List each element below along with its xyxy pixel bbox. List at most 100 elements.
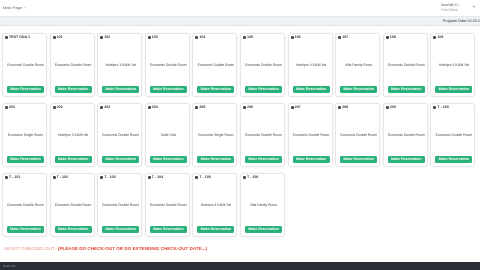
room-card[interactable]: 207 Economic Double Room Make Reservation [287,103,333,167]
room-card[interactable]: 108 Economic Double Room Make Reservation [382,33,428,97]
page-title[interactable]: Main Page › [3,5,25,10]
room-card[interactable]: 203 Economic Double Room Make Reservation [97,103,143,167]
make-reservation-button[interactable]: Make Reservation [387,86,425,93]
room-number: 106 [290,35,301,39]
make-reservation-button[interactable]: Make Reservation [197,86,235,93]
make-reservation-button[interactable]: Make Reservation [292,86,330,93]
room-type: Economic Single Room [198,133,234,137]
room-type: Suite Oda [160,133,176,137]
room-card[interactable]: T - 101 Economic Double Room Make Reservat… [2,173,47,237]
room-status-icon [5,175,8,179]
room-number-text: 205 [199,105,206,109]
room-card[interactable]: T - 102 Economic Double Room Make Reservat… [49,173,95,237]
room-card[interactable]: T - 105 Hotelpro 4 Ki&Iti Yat Make Reserva… [192,173,238,237]
room-number: 207 [290,105,301,109]
make-reservation-button[interactable]: Make Reservation [102,86,140,93]
room-card[interactable]: 101 Economic Double Room Make Reservation [49,33,95,97]
room-status-icon [385,105,389,109]
room-number: 209 [385,105,396,109]
room-status-icon [147,105,151,109]
room-card[interactable]: 102 Hotelpro 3 Ki&Iti Yat Make Reservation [97,33,143,97]
room-status-icon [433,105,437,109]
make-reservation-button[interactable]: Make Reservation [245,226,282,233]
room-card[interactable]: 105 Economic Double Room Make Reservation [240,33,285,97]
room-status-icon [147,35,151,39]
room-status-icon [52,175,56,179]
room-type: Economic Double Room [102,203,139,207]
make-reservation-button[interactable]: Make Reservation [197,226,235,233]
make-reservation-button[interactable]: Make Reservation [197,156,235,163]
room-number-text: 204 [151,105,158,109]
room-type: Economic Double Room [102,133,139,137]
room-type: Hotelpro 4 Ki&Iti Yat [200,203,231,207]
room-number: T - 104 [147,175,163,179]
make-reservation-button[interactable]: Make Reservation [245,86,282,93]
room-number: 101 [52,35,63,39]
make-reservation-button[interactable]: Make Reservation [54,86,92,93]
room-card[interactable]: T - 100 Economic Double Room Make Reservat… [430,103,476,167]
room-card[interactable]: T - 104 Economic Double Room Make Reservat… [144,173,190,237]
make-reservation-button[interactable]: Make Reservation [7,156,44,163]
make-reservation-button[interactable]: Make Reservation [54,156,92,163]
room-status-icon [100,35,104,39]
not-checked-out-count: 18 NOT CHECKED OUT.. [4,246,57,251]
user-role: Front Desk [441,8,458,12]
room-card[interactable]: 201 Economic Single Room Make Reservation [2,103,47,167]
make-reservation-button[interactable]: Make Reservation [435,86,473,93]
room-type: Economic Double Room [292,133,330,137]
room-status-icon [5,105,8,109]
room-card[interactable]: 204 Suite Oda Make Reservation [144,103,190,167]
make-reservation-button[interactable]: Make Reservation [149,86,187,93]
room-card[interactable]: 202 Hotelpro 3 Ki&Iti Yat Make Reservation [49,103,95,167]
make-reservation-button[interactable]: Make Reservation [102,226,140,233]
make-reservation-button[interactable]: Make Reservation [435,156,473,163]
room-card[interactable]: 107 Villa Family Room Make Reservation [335,33,381,97]
room-type: Economic Double Room [245,133,282,137]
make-reservation-button[interactable]: Make Reservation [340,86,378,93]
room-type: Economic Double Room [435,133,473,137]
room-number: T - 103 [100,175,116,179]
room-number: 203 [100,105,110,109]
room-card[interactable]: 208 Economic Double Room Make Reservation [335,103,381,167]
room-card[interactable]: 209 Economic Double Room Make Reservation [382,103,428,167]
room-card[interactable]: 106 Hotelpro 4 Ki&Iti Yat Make Reservation [287,33,333,97]
room-type: Economic Single Room [7,133,44,137]
make-reservation-button[interactable]: Make Reservation [149,156,187,163]
make-reservation-button[interactable]: Make Reservation [387,156,425,163]
room-number-text: T - 100 [437,105,449,109]
room-status-icon [195,35,199,39]
make-reservation-button[interactable]: Make Reservation [340,156,378,163]
make-reservation-button[interactable]: Make Reservation [102,156,140,163]
room-card[interactable]: 205 Economic Single Room Make Reservation [192,103,238,167]
room-card[interactable]: 109 Hotelpro 3 Ki&Iti Yat Make Reservation [430,33,476,97]
room-card[interactable]: TEST ODA 1 Economic Double Room Make Reser… [2,33,47,97]
room-type: Villa Family Room [345,63,373,67]
make-reservation-button[interactable]: Make Reservation [54,226,92,233]
room-number-text: 201 [9,105,15,109]
room-number-text: 109 [437,35,444,39]
room-number-text: 102 [104,35,111,39]
room-type: Economic Double Room [388,133,425,137]
room-type: Hotelpro 3 Ki&Iti Yat [105,63,136,67]
room-number-text: 107 [342,35,349,39]
room-type: Hotelpro 4 Ki&Iti Yat [295,63,327,67]
room-card[interactable]: 206 Economic Double Room Make Reservation [240,103,285,167]
room-card[interactable]: T - 103 Economic Double Room Make Reservat… [97,173,143,237]
room-card[interactable]: 104 Economic Double Room Make Reservation [192,33,238,97]
make-reservation-button[interactable]: Make Reservation [7,86,44,93]
make-reservation-button[interactable]: Make Reservation [292,156,330,163]
room-number-text: 206 [247,105,253,109]
room-card[interactable]: T - 106 Villa Family Room Make Reservation [240,173,285,237]
room-number-text: 209 [389,105,396,109]
room-number: 104 [195,35,205,39]
room-card[interactable]: 103 Economic Double Room Make Reservation [144,33,190,97]
room-number: T - 106 [243,175,258,179]
make-reservation-button[interactable]: Make Reservation [149,226,187,233]
chevron-right-icon: › [24,5,26,10]
user-menu[interactable]: NoorWiri D... Front Desk ▾ [441,3,475,13]
make-reservation-button[interactable]: Make Reservation [245,156,282,163]
make-reservation-button[interactable]: Make Reservation [7,226,44,233]
room-number: 201 [5,105,15,109]
room-status-icon [433,35,437,39]
checkout-warning-text: (PLEASE DO CHECK-OUT OR DO EXTENDING CHE… [58,246,208,251]
